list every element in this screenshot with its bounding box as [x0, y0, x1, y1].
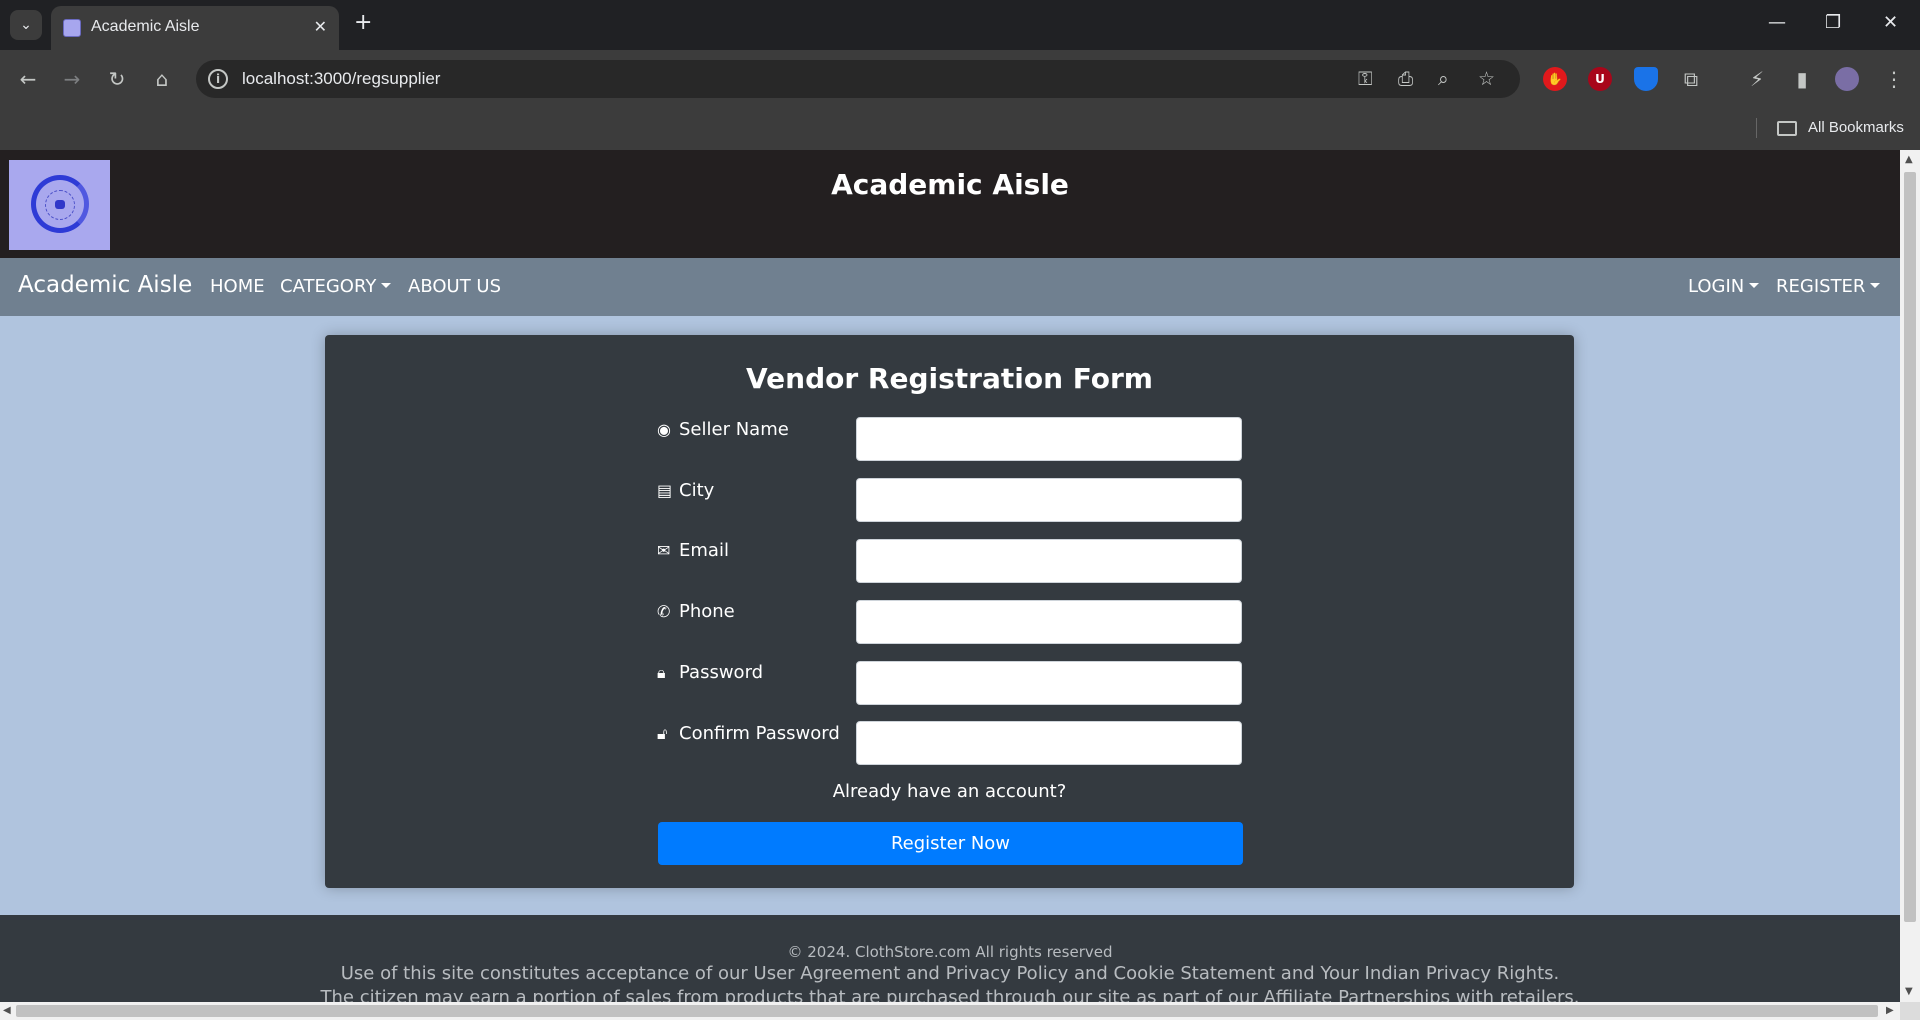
folder-icon[interactable] — [1777, 121, 1797, 136]
adblock-extension-icon[interactable]: ✋ — [1543, 67, 1567, 91]
city-label: ▤ City — [657, 480, 715, 501]
horizontal-scrollbar[interactable]: ◀ ▶ — [0, 1002, 1900, 1020]
nav-category-label: CATEGORY — [280, 276, 377, 297]
lock-icon: 🔒︎ — [657, 663, 666, 682]
envelope-icon: ✉ — [657, 541, 671, 560]
favicon-icon — [63, 19, 81, 37]
footer-terms: Use of this site constitutes acceptance … — [340, 963, 1560, 984]
seller-name-label: ◉ Seller Name — [657, 419, 789, 440]
city-input[interactable] — [856, 478, 1242, 522]
performance-icon[interactable]: ⚡ — [1744, 67, 1770, 91]
scroll-right-icon[interactable]: ▶ — [1886, 1005, 1894, 1016]
confirm-password-label: 🔓︎ Confirm Password — [657, 723, 840, 744]
forward-icon[interactable]: → — [59, 67, 85, 91]
new-tab-button[interactable]: + — [354, 10, 372, 35]
site-footer: © 2024. ClothStore.com All rights reserv… — [0, 915, 1900, 1002]
email-input[interactable] — [856, 539, 1242, 583]
vertical-scroll-thumb[interactable] — [1904, 172, 1916, 922]
nav-about-us[interactable]: ABOUT US — [408, 276, 501, 297]
footer-copyright: © 2024. ClothStore.com All rights reserv… — [787, 943, 1113, 961]
close-icon[interactable]: ✕ — [314, 17, 327, 36]
caret-down-icon — [381, 282, 392, 288]
url-text[interactable]: localhost:3000/regsupplier — [242, 69, 440, 89]
bookmarks-separator — [1756, 118, 1757, 138]
already-have-account-link[interactable]: Already have an account? — [325, 781, 1574, 802]
menu-kebab-icon[interactable]: ⋮ — [1881, 67, 1907, 91]
restore-icon[interactable]: ❐ — [1825, 12, 1841, 33]
zoom-icon[interactable]: ⌕ — [1438, 68, 1449, 90]
vertical-scrollbar[interactable]: ▲ ▼ — [1900, 150, 1920, 1002]
password-label: 🔒︎ Password — [657, 662, 764, 683]
minimize-icon[interactable]: — — [1768, 12, 1786, 33]
home-icon[interactable]: ⌂ — [149, 67, 175, 91]
shield-extension-icon[interactable] — [1634, 67, 1658, 91]
phone-label: ✆ Phone — [657, 601, 735, 622]
unlock-icon: 🔓︎ — [657, 724, 668, 743]
site-header: Academic Aisle — [0, 150, 1900, 258]
navbar-brand[interactable]: Academic Aisle — [18, 272, 192, 298]
profile-avatar[interactable] — [1835, 67, 1859, 91]
horizontal-scroll-thumb[interactable] — [16, 1005, 1878, 1017]
caret-down-icon — [1749, 282, 1760, 288]
phone-icon: ✆ — [657, 602, 671, 621]
address-bar[interactable]: i localhost:3000/regsupplier ⚿ ⎙ ⌕ ☆ — [196, 60, 1520, 98]
email-label: ✉ Email — [657, 540, 729, 561]
window-close-icon[interactable]: ✕ — [1883, 12, 1898, 33]
nav-category[interactable]: CATEGORY — [280, 276, 392, 297]
seller-name-input[interactable] — [856, 417, 1242, 461]
tab-search-button[interactable]: ⌄ — [10, 10, 42, 40]
footer-affiliate: The citizen may earn a portion of sales … — [320, 987, 1580, 1002]
bookmark-star-icon[interactable]: ☆ — [1478, 68, 1495, 90]
scrollbar-corner — [1900, 1002, 1920, 1020]
id-card-icon: ▤ — [657, 481, 673, 500]
install-app-icon[interactable]: ⎙ — [1398, 68, 1413, 90]
ublock-extension-icon[interactable]: U — [1588, 67, 1612, 91]
chevron-down-icon: ⌄ — [20, 17, 32, 33]
site-info-icon[interactable]: i — [208, 69, 228, 89]
nav-register[interactable]: REGISTER — [1776, 276, 1881, 297]
bookmarks-bar: All Bookmarks — [0, 108, 1920, 150]
tab-title: Academic Aisle — [91, 18, 200, 35]
page-viewport: Academic Aisle Academic Aisle HOME CATEG… — [0, 150, 1900, 1002]
key-icon[interactable]: ⚿ — [1358, 68, 1372, 90]
scroll-up-icon[interactable]: ▲ — [1905, 154, 1913, 165]
all-bookmarks-button[interactable]: All Bookmarks — [1808, 119, 1904, 136]
nav-register-label: REGISTER — [1776, 276, 1866, 297]
scroll-left-icon[interactable]: ◀ — [3, 1005, 11, 1016]
vendor-registration-card: Vendor Registration Form ◉ Seller Name ▤ C… — [325, 335, 1574, 888]
site-title: Academic Aisle — [831, 168, 1069, 201]
register-now-button[interactable]: Register Now — [658, 822, 1243, 865]
nav-home[interactable]: HOME — [210, 276, 265, 297]
phone-input[interactable] — [856, 600, 1242, 644]
browser-tab[interactable]: Academic Aisle ✕ — [51, 6, 339, 50]
main-navbar: Academic Aisle HOME CATEGORY ABOUT US LO… — [0, 258, 1900, 316]
nav-login[interactable]: LOGIN — [1688, 276, 1760, 297]
nav-login-label: LOGIN — [1688, 276, 1745, 297]
user-circle-icon: ◉ — [657, 420, 671, 439]
form-title: Vendor Registration Form — [746, 362, 1153, 395]
browser-tab-bar: ⌄ Academic Aisle ✕ + — ❐ ✕ — [0, 0, 1920, 50]
back-icon[interactable]: ← — [15, 67, 41, 91]
reload-icon[interactable]: ↻ — [104, 67, 130, 91]
side-panel-icon[interactable]: ▮ — [1789, 67, 1815, 91]
scroll-down-icon[interactable]: ▼ — [1905, 986, 1913, 997]
browser-toolbar: ← → ↻ ⌂ i localhost:3000/regsupplier ⚿ ⎙… — [0, 50, 1920, 108]
password-input[interactable] — [856, 661, 1242, 705]
logo-mark-icon — [55, 200, 65, 209]
extensions-puzzle-icon[interactable]: ⧉ — [1678, 67, 1704, 91]
confirm-password-input[interactable] — [856, 721, 1242, 765]
caret-down-icon — [1870, 282, 1881, 288]
